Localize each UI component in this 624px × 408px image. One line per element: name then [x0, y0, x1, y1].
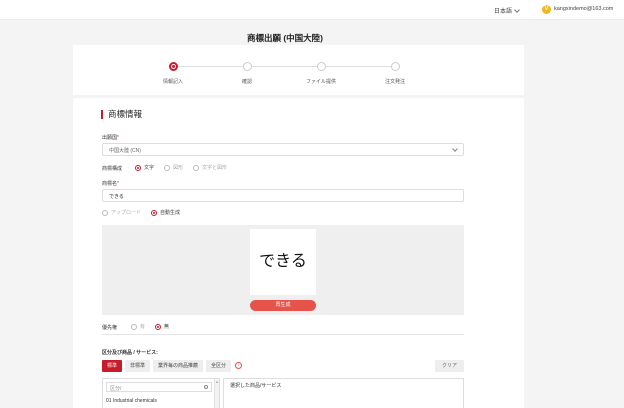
tab-industry-recommend[interactable]: 業界毎の商品推薦: [153, 360, 204, 372]
user-avatar-icon[interactable]: V: [542, 5, 551, 14]
tab-standard[interactable]: 標準: [102, 360, 123, 372]
step-2-dot: [243, 62, 252, 71]
clear-button[interactable]: クリア: [435, 360, 464, 372]
radio-auto-generate[interactable]: 自動生成: [151, 209, 180, 216]
tab-all-classes[interactable]: 全区分: [206, 360, 232, 372]
trademark-type-radio-group: 文字 図形 文字と図形: [135, 164, 233, 171]
radio-figure[interactable]: 図形: [164, 164, 183, 171]
list-item[interactable]: 01 Industrial chemicals: [106, 398, 157, 404]
trademark-preview: できる: [250, 229, 316, 295]
search-icon: [204, 385, 208, 389]
radio-priority-yes[interactable]: 有: [131, 323, 145, 330]
image-source-radio-group: アップロード 自動生成: [102, 209, 186, 216]
trademark-form: 商標情報 出願国* 中国大陸 (CN) 商標構成 文字 図形 文字と図形 商標名…: [73, 98, 524, 408]
tab-non-standard[interactable]: 非標準: [125, 360, 151, 372]
step-3-label: ファイル提供: [305, 79, 336, 85]
step-4-label: 注文発注: [384, 79, 405, 85]
step-progress: 情報記入 確認 ファイル提供 注文発注: [73, 45, 524, 95]
goods-tabs: 標準 非標準 業界毎の商品推薦 全区分 !: [102, 360, 243, 372]
selected-goods-label: 選択した商品/サービス: [230, 383, 282, 389]
step-3-dot: [317, 62, 326, 71]
priority-radio-group: 有 無: [131, 323, 175, 330]
info-icon[interactable]: !: [235, 362, 243, 369]
priority-label: 優先権: [102, 325, 118, 331]
step-1-label: 情報記入: [162, 79, 183, 85]
divider: [102, 334, 464, 335]
goods-label: 区分及び商品 / サービス:: [102, 350, 158, 356]
radio-priority-no[interactable]: 無: [155, 323, 169, 330]
top-bar: 日本語 V kangxindemo@163.com: [0, 0, 624, 20]
step-connector: [178, 66, 243, 67]
scrollbar[interactable]: [214, 379, 219, 408]
country-value: 中国大陸 (CN): [109, 148, 141, 154]
class-search-placeholder: 区分/: [110, 386, 122, 392]
page-title: 商標出願 (中国大陸): [246, 33, 324, 43]
country-label: 出願国*: [102, 135, 119, 141]
language-selector[interactable]: 日本語: [494, 6, 520, 15]
trademark-type-label: 商標構成: [102, 166, 123, 172]
class-list: 区分/ 01 Industrial chemicals: [102, 378, 220, 408]
trademark-preview-area: できる 再生成: [102, 225, 464, 315]
trademark-name-input[interactable]: できる: [102, 189, 464, 202]
language-label: 日本語: [494, 9, 513, 15]
class-search-input[interactable]: 区分/: [106, 382, 212, 392]
step-connector: [252, 66, 317, 67]
chevron-down-icon: [514, 7, 520, 13]
step-connector: [326, 66, 391, 67]
trademark-name-label: 商標名*: [102, 181, 119, 187]
step-2-label: 確認: [241, 79, 252, 85]
step-4-dot: [391, 62, 400, 71]
radio-text[interactable]: 文字: [135, 164, 154, 171]
radio-upload[interactable]: アップロード: [102, 209, 141, 216]
section-title: 商標情報: [101, 110, 142, 119]
country-select[interactable]: 中国大陸 (CN): [102, 143, 464, 156]
chevron-down-icon: [452, 146, 458, 152]
regenerate-button[interactable]: 再生成: [250, 300, 316, 311]
user-email[interactable]: kangxindemo@163.com: [554, 6, 613, 12]
radio-text-and-figure[interactable]: 文字と図形: [193, 164, 227, 171]
selected-goods-box: 選択した商品/サービス: [223, 378, 464, 408]
step-1-dot: [169, 62, 178, 71]
